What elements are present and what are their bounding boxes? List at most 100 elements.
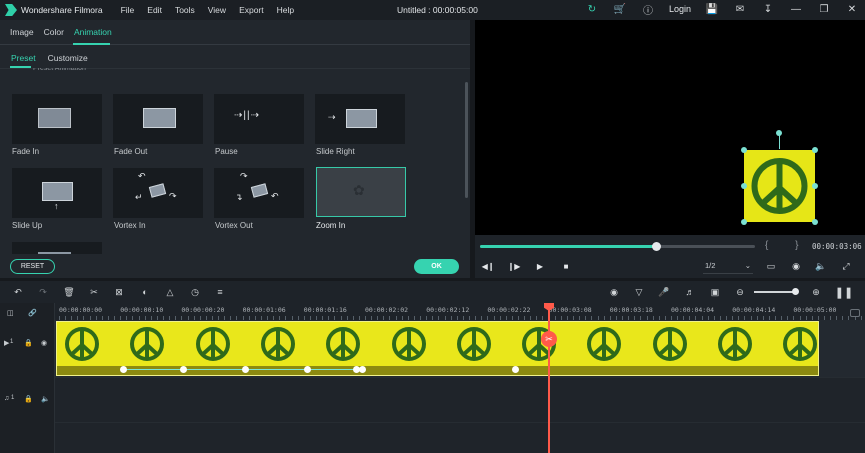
zoom-thumb[interactable] xyxy=(792,288,799,295)
filmora-logo-icon xyxy=(5,4,17,16)
eye-icon[interactable]: ◉ xyxy=(41,339,47,347)
preview-quality-select[interactable]: 1/2 ⌄ xyxy=(703,261,753,274)
undo-icon[interactable]: ↶ xyxy=(12,286,24,298)
marker-icon[interactable]: ▽ xyxy=(633,286,645,298)
timeline-scroll-icon[interactable] xyxy=(850,309,860,317)
clip-thumbnail xyxy=(127,324,167,364)
menu-file[interactable]: File xyxy=(121,5,135,15)
menu-view[interactable]: View xyxy=(208,5,226,15)
menu-edit[interactable]: Edit xyxy=(147,5,162,15)
preset-label: Vortex In xyxy=(114,221,146,230)
speaker-icon[interactable]: 🔈 xyxy=(41,395,50,403)
monitor-icon[interactable]: ▭ xyxy=(765,260,777,272)
volume-icon[interactable]: 🔈 xyxy=(815,260,827,272)
preset-fade-in[interactable] xyxy=(12,94,102,144)
animation-panel: Image Color Animation Preset Customize P… xyxy=(0,20,470,278)
fullscreen-icon[interactable]: ⤢ xyxy=(840,260,852,272)
microphone-icon[interactable]: 🎤 xyxy=(658,286,670,298)
keyframe[interactable] xyxy=(180,366,187,373)
document-title: Untitled : 00:00:05:00 xyxy=(397,5,478,15)
preset-vortex-out[interactable]: ↷ ↶ ↴ xyxy=(214,168,304,218)
zoom-in-icon[interactable]: ⊕ xyxy=(810,286,822,298)
download-icon[interactable]: ↧ xyxy=(761,2,775,16)
link-icon[interactable]: 🔗 xyxy=(28,309,37,317)
preset-vortex-in[interactable]: ↶ ↷ ↵ xyxy=(113,168,203,218)
preview-clip[interactable] xyxy=(744,150,815,222)
resize-handle-tr[interactable] xyxy=(812,147,818,153)
resize-handle-br[interactable] xyxy=(812,219,818,225)
resize-handle-ml[interactable] xyxy=(741,183,747,189)
mark-in-out[interactable]: { } xyxy=(765,240,810,251)
resize-handle-tl[interactable] xyxy=(741,147,747,153)
info-icon[interactable]: ⓘ xyxy=(641,2,655,17)
split-scissors-icon[interactable]: ✂ xyxy=(541,331,557,347)
reset-button[interactable]: RESET xyxy=(10,259,55,274)
resize-handle-mr[interactable] xyxy=(812,183,818,189)
ruler-label: 00:00:05:00 xyxy=(793,306,837,314)
zoom-out-icon[interactable]: ⊖ xyxy=(734,286,746,298)
audio-mix-icon[interactable]: ♬ xyxy=(684,286,696,298)
render-icon[interactable]: ◉ xyxy=(608,286,620,298)
preset-label: Fade In xyxy=(12,147,40,156)
color-palette-icon[interactable]: ◐ xyxy=(139,286,151,298)
keyframe[interactable] xyxy=(512,366,519,373)
play-icon[interactable]: ▶ xyxy=(535,261,545,271)
adjust-icon[interactable]: ≡ xyxy=(214,286,226,298)
cart-icon[interactable]: 🛒 xyxy=(613,2,627,16)
preset-more[interactable] xyxy=(12,242,102,254)
speed-icon[interactable]: △ xyxy=(164,286,176,298)
snapshot-icon[interactable]: ▣ xyxy=(709,286,721,298)
preset-slide-right[interactable]: ⇢ xyxy=(315,94,405,144)
refresh-icon[interactable]: ↻ xyxy=(585,2,599,16)
delete-icon[interactable]: 🗑 xyxy=(63,286,75,298)
preset-zoom-in[interactable]: ✿ xyxy=(316,167,406,217)
tab-image[interactable]: Image xyxy=(10,27,34,37)
save-icon[interactable]: 💾 xyxy=(705,2,719,16)
peace-sign-icon xyxy=(456,327,491,361)
keyframe[interactable] xyxy=(304,366,311,373)
keyframe[interactable] xyxy=(120,366,127,373)
tab-animation[interactable]: Animation xyxy=(74,27,112,37)
minimize-icon[interactable]: — xyxy=(789,2,803,16)
preset-pause[interactable]: ⇢||⇢ xyxy=(214,94,304,144)
lock-icon[interactable]: 🔒 xyxy=(24,339,33,347)
keyframe[interactable] xyxy=(242,366,249,373)
resize-handle-bl[interactable] xyxy=(741,219,747,225)
maximize-icon[interactable]: ❐ xyxy=(817,2,831,16)
menu-tools[interactable]: Tools xyxy=(175,5,195,15)
step-back-icon[interactable]: ◀❙ xyxy=(482,261,495,271)
close-icon[interactable]: ✕ xyxy=(845,2,859,16)
preset-fade-out[interactable] xyxy=(113,94,203,144)
seek-thumb[interactable] xyxy=(652,242,661,251)
add-track-icon[interactable]: ◫ xyxy=(7,309,14,317)
cut-icon[interactable]: ✂ xyxy=(88,286,100,298)
playhead[interactable] xyxy=(548,303,550,453)
crop-icon[interactable]: ⊠ xyxy=(113,286,125,298)
seek-bar[interactable] xyxy=(480,242,755,251)
lock-icon[interactable]: 🔒 xyxy=(24,395,33,403)
vortex-arrow-icon: ↷ xyxy=(240,171,248,181)
menu-help[interactable]: Help xyxy=(277,5,294,15)
stop-icon[interactable]: ■ xyxy=(561,261,571,271)
camera-icon[interactable]: ◉ xyxy=(790,260,802,272)
split-view-icon[interactable]: ❚❚ xyxy=(835,286,853,299)
peace-sign-icon xyxy=(718,327,752,361)
preview-screen xyxy=(475,20,865,235)
tab-color[interactable]: Color xyxy=(44,27,64,37)
tab-customize[interactable]: Customize xyxy=(48,53,88,63)
ok-button[interactable]: OK xyxy=(414,259,459,274)
menu-export[interactable]: Export xyxy=(239,5,264,15)
keyframe[interactable] xyxy=(359,366,366,373)
mail-icon[interactable]: ✉ xyxy=(733,2,747,16)
active-tab-indicator xyxy=(73,43,110,45)
redo-icon[interactable]: ↷ xyxy=(37,286,49,298)
preview-tools: ▭ ◉ 🔈 ⤢ xyxy=(765,260,852,272)
time-ruler[interactable]: 00:00:00:00 00:00:00:10 00:00:00:20 00:00:0… xyxy=(55,303,865,320)
preset-slide-up[interactable]: ↑ xyxy=(12,168,102,218)
timer-icon[interactable]: ◷ xyxy=(189,286,201,298)
step-forward-icon[interactable]: ❙▶ xyxy=(508,261,521,271)
tab-preset[interactable]: Preset xyxy=(11,53,36,63)
video-clip[interactable] xyxy=(56,321,819,376)
panel-scrollbar[interactable] xyxy=(465,82,468,198)
login-button[interactable]: Login xyxy=(669,4,691,14)
